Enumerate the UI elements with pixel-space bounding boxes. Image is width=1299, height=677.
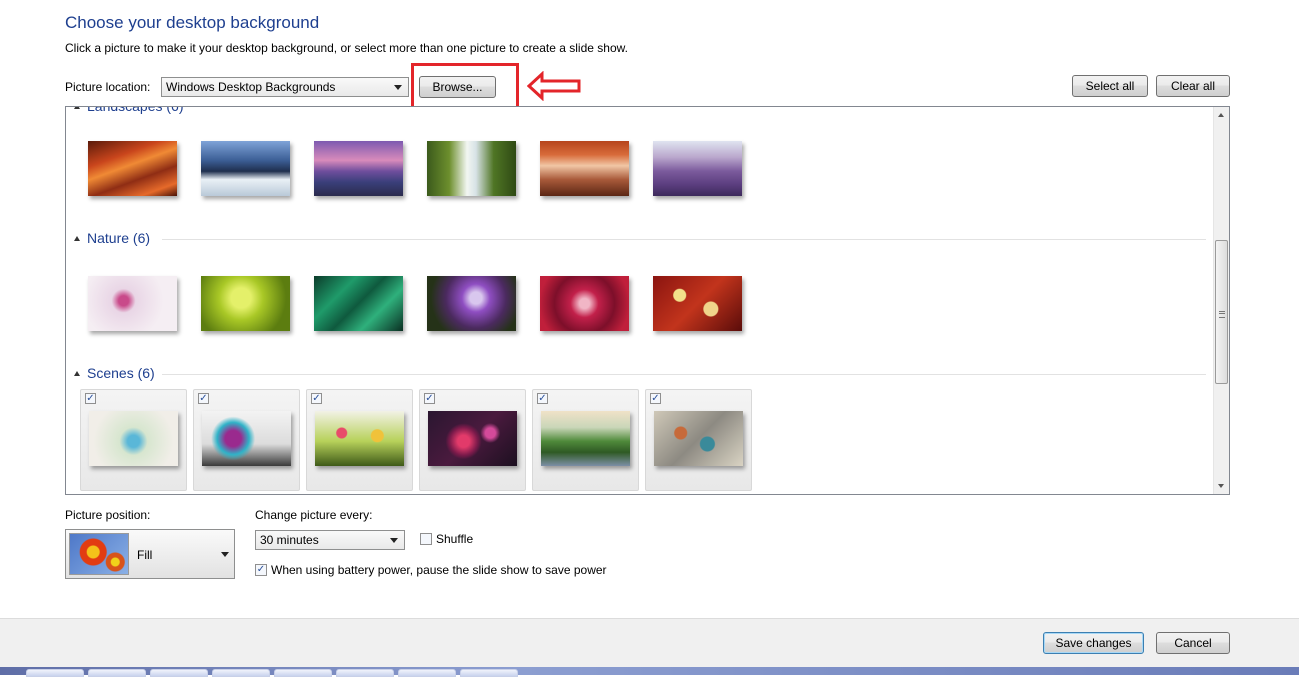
select-checkbox[interactable]: ✓: [85, 393, 96, 404]
wallpaper-thumbnail[interactable]: [653, 141, 742, 196]
wallpaper-thumbnail[interactable]: [88, 141, 177, 196]
select-checkbox[interactable]: ✓: [537, 393, 548, 404]
page-subtitle: Click a picture to make it your desktop …: [65, 41, 628, 55]
wallpaper-thumbnail: [541, 411, 630, 466]
taskbar-button[interactable]: [212, 669, 270, 677]
wallpaper-thumbnail[interactable]: [540, 141, 629, 196]
vertical-scrollbar[interactable]: [1213, 107, 1229, 494]
save-changes-button[interactable]: Save changes: [1043, 632, 1144, 654]
wallpaper-thumbnail: [202, 411, 291, 466]
wallpaper-tile[interactable]: ✓: [193, 389, 300, 491]
taskbar-button[interactable]: [460, 669, 518, 677]
wallpaper-thumbnail: [89, 411, 178, 466]
wallpaper-thumbnail[interactable]: [427, 141, 516, 196]
picture-location-label: Picture location:: [65, 80, 151, 94]
select-checkbox[interactable]: ✓: [424, 393, 435, 404]
clear-all-button[interactable]: Clear all: [1156, 75, 1230, 97]
change-interval-label: Change picture every:: [255, 508, 373, 522]
change-interval-value: 30 minutes: [260, 533, 319, 547]
position-preview-image: [69, 533, 129, 575]
wallpaper-thumbnail[interactable]: [314, 141, 403, 196]
group-divider: [162, 374, 1206, 375]
wallpaper-thumbnail[interactable]: [314, 276, 403, 331]
cancel-button[interactable]: Cancel: [1156, 632, 1230, 654]
group-header-landscapes[interactable]: Landscapes (6): [74, 106, 184, 114]
highlight-box: [411, 63, 519, 109]
collapse-triangle-icon: [74, 107, 80, 109]
shuffle-checkbox[interactable]: [420, 533, 432, 545]
scrollbar-thumb[interactable]: [1215, 240, 1228, 384]
taskbar-button[interactable]: [26, 669, 84, 677]
picture-position-value: Fill: [137, 548, 153, 562]
scroll-down-arrow-icon[interactable]: [1218, 484, 1224, 488]
group-name: Nature (6): [87, 230, 151, 246]
grip-icon: [1219, 311, 1225, 318]
picture-position-label: Picture position:: [65, 508, 151, 522]
wallpaper-tile[interactable]: ✓: [532, 389, 639, 491]
chevron-down-icon: [221, 552, 229, 557]
select-checkbox[interactable]: ✓: [650, 393, 661, 404]
chevron-down-icon: [390, 538, 398, 543]
taskbar-button[interactable]: [274, 669, 332, 677]
taskbar-button[interactable]: [88, 669, 146, 677]
collapse-triangle-icon: [74, 370, 80, 376]
picture-location-dropdown[interactable]: Windows Desktop Backgrounds: [161, 77, 409, 97]
wallpaper-tile[interactable]: ✓: [306, 389, 413, 491]
arrow-left-icon: [527, 71, 581, 101]
picture-position-dropdown[interactable]: Fill: [65, 529, 235, 579]
group-header-nature[interactable]: Nature (6): [74, 230, 150, 246]
group-divider: [162, 239, 1206, 240]
wallpaper-thumbnail: [315, 411, 404, 466]
battery-pause-label[interactable]: When using battery power, pause the slid…: [271, 563, 607, 577]
wallpaper-thumbnail[interactable]: [201, 141, 290, 196]
wallpaper-thumbnail[interactable]: [653, 276, 742, 331]
collapse-triangle-icon: [74, 235, 80, 241]
wallpaper-thumbnail[interactable]: [88, 276, 177, 331]
select-all-button[interactable]: Select all: [1072, 75, 1148, 97]
select-checkbox[interactable]: ✓: [311, 393, 322, 404]
scroll-up-arrow-icon[interactable]: [1218, 113, 1224, 117]
taskbar-button[interactable]: [336, 669, 394, 677]
chevron-down-icon: [394, 85, 402, 90]
group-header-scenes[interactable]: Scenes (6): [74, 365, 155, 381]
change-interval-dropdown[interactable]: 30 minutes: [255, 530, 405, 550]
wallpaper-tile[interactable]: ✓: [419, 389, 526, 491]
select-checkbox[interactable]: ✓: [198, 393, 209, 404]
picture-gallery[interactable]: Landscapes (6) Nature (6) Scenes (6) ✓ ✓…: [65, 106, 1230, 495]
picture-location-value: Windows Desktop Backgrounds: [166, 80, 336, 94]
group-name: Landscapes (6): [87, 106, 184, 114]
taskbar-button[interactable]: [398, 669, 456, 677]
taskbar-button[interactable]: [150, 669, 208, 677]
wallpaper-thumbnail[interactable]: [540, 276, 629, 331]
page-title: Choose your desktop background: [65, 13, 320, 32]
wallpaper-tile[interactable]: ✓: [80, 389, 187, 491]
wallpaper-thumbnail[interactable]: [427, 276, 516, 331]
wallpaper-thumbnail: [654, 411, 743, 466]
wallpaper-thumbnail[interactable]: [201, 276, 290, 331]
wallpaper-tile[interactable]: ✓: [645, 389, 752, 491]
shuffle-label[interactable]: Shuffle: [436, 532, 473, 546]
group-name: Scenes (6): [87, 365, 155, 381]
battery-pause-checkbox[interactable]: ✓: [255, 564, 267, 576]
wallpaper-thumbnail: [428, 411, 517, 466]
